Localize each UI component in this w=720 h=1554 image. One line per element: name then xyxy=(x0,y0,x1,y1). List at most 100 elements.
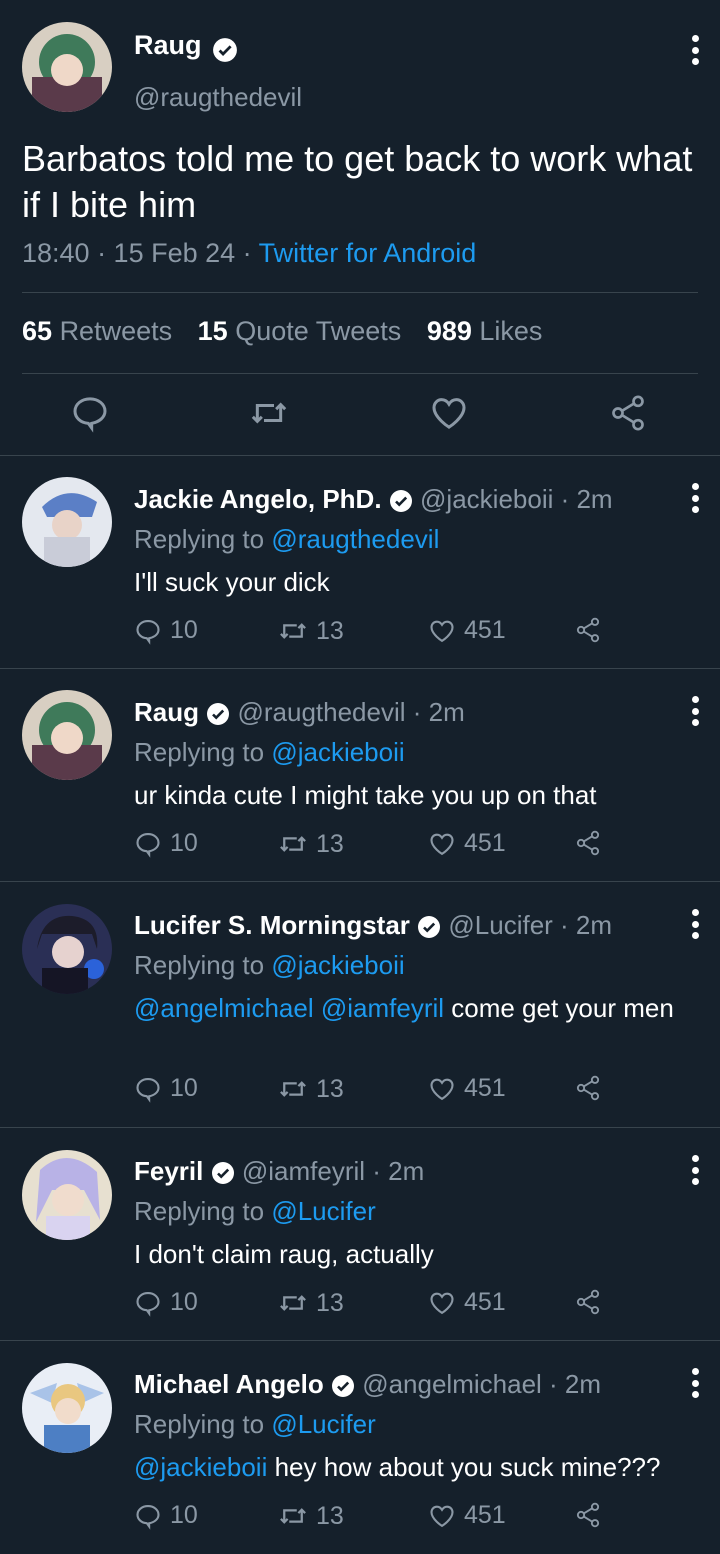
verified-badge-icon xyxy=(331,1375,354,1398)
author-handle[interactable]: @raugthedevil xyxy=(134,82,302,113)
more-options-icon[interactable] xyxy=(688,483,702,513)
more-options-icon[interactable] xyxy=(688,35,702,65)
mention-link[interactable]: @Lucifer xyxy=(271,1196,375,1226)
reply-icon xyxy=(136,1504,160,1530)
share-icon xyxy=(576,1289,600,1315)
mention-link[interactable]: @iamfeyril xyxy=(321,993,444,1023)
reply-header: Jackie Angelo, PhD. @jackieboii · 2m xyxy=(134,484,613,515)
like-icon xyxy=(430,1078,454,1100)
list-item[interactable]: Raug @raugthedevil · 2m Replying to @jac… xyxy=(0,697,720,867)
divider xyxy=(22,373,698,374)
reply-button[interactable]: 10 xyxy=(134,1074,198,1103)
list-item[interactable]: Lucifer S. Morningstar @Lucifer · 2m Rep… xyxy=(0,910,720,1110)
reply-button[interactable]: 10 xyxy=(134,1288,198,1317)
author-name[interactable]: Feyril xyxy=(134,1156,203,1186)
reply-icon xyxy=(136,619,160,645)
list-item[interactable]: Michael Angelo @angelmichael · 2m Replyi… xyxy=(0,1369,720,1539)
verified-badge-icon xyxy=(207,703,230,726)
reply-icon[interactable] xyxy=(70,393,110,433)
mention-link[interactable]: @angelmichael xyxy=(134,993,314,1023)
like-button[interactable]: 451 xyxy=(428,1074,506,1103)
divider xyxy=(0,455,720,456)
author-name[interactable]: Raug xyxy=(134,697,199,727)
share-button[interactable] xyxy=(574,1288,610,1316)
mention-link[interactable]: @Lucifer xyxy=(271,1409,375,1439)
author-name[interactable]: Jackie Angelo, PhD. xyxy=(134,484,382,514)
verified-badge-icon xyxy=(418,916,441,939)
share-button[interactable] xyxy=(574,1501,610,1529)
reply-header: Lucifer S. Morningstar @Lucifer · 2m xyxy=(134,910,612,941)
reply-button[interactable]: 10 xyxy=(134,616,198,645)
tweet-stats: 65 Retweets 15 Quote Tweets 989 Likes xyxy=(22,316,542,347)
avatar[interactable] xyxy=(22,22,112,112)
mention-link[interactable]: @raugthedevil xyxy=(271,524,439,554)
divider xyxy=(22,292,698,293)
divider xyxy=(0,1127,720,1128)
tweet-timestamp: 18:40 · 15 Feb 24 · xyxy=(22,238,259,268)
tweet-text: Barbatos told me to get back to work wha… xyxy=(22,138,693,225)
replying-to: Replying to @raugthedevil xyxy=(134,524,440,554)
like-icon xyxy=(430,620,454,642)
share-button[interactable] xyxy=(574,616,610,644)
list-item[interactable]: Jackie Angelo, PhD. @jackieboii · 2m Rep… xyxy=(0,484,720,654)
author-name[interactable]: Raug xyxy=(134,30,202,60)
more-options-icon[interactable] xyxy=(688,909,702,939)
divider xyxy=(0,1340,720,1341)
share-icon xyxy=(576,617,600,643)
reply-actions: 10 13 451 xyxy=(134,1501,614,1533)
handle-and-time: @raugthedevil · 2m xyxy=(237,697,465,727)
reply-actions: 10 13 451 xyxy=(134,616,614,648)
mention-link[interactable]: @jackieboii xyxy=(271,950,404,980)
share-button[interactable] xyxy=(574,829,610,857)
retweet-button[interactable]: 13 xyxy=(278,616,344,646)
like-button[interactable]: 451 xyxy=(428,1288,506,1317)
mention-link[interactable]: @jackieboii xyxy=(271,737,404,767)
replying-to: Replying to @Lucifer xyxy=(134,1409,376,1439)
like-icon[interactable] xyxy=(429,393,469,433)
author-header: Raug xyxy=(134,30,238,63)
retweet-button[interactable]: 13 xyxy=(278,829,344,859)
replying-to: Replying to @jackieboii xyxy=(134,737,405,767)
reply-text: I don't claim raug, actually xyxy=(134,1239,434,1269)
author-name[interactable]: Lucifer S. Morningstar xyxy=(134,910,410,940)
retweet-button[interactable]: 13 xyxy=(278,1074,344,1104)
like-button[interactable]: 451 xyxy=(428,1501,506,1530)
replying-to: Replying to @jackieboii xyxy=(134,950,405,980)
verified-badge-icon xyxy=(211,1162,234,1185)
mention-link[interactable]: @jackieboii xyxy=(134,1452,267,1482)
more-options-icon[interactable] xyxy=(688,1368,702,1398)
author-name[interactable]: Michael Angelo xyxy=(134,1369,324,1399)
retweet-icon xyxy=(280,1508,306,1524)
retweets-stat[interactable]: 65 Retweets xyxy=(22,316,172,346)
reply-text: I'll suck your dick xyxy=(134,567,330,597)
more-options-icon[interactable] xyxy=(688,1155,702,1185)
share-icon xyxy=(576,830,600,856)
reply-button[interactable]: 10 xyxy=(134,1501,198,1530)
like-button[interactable]: 451 xyxy=(428,616,506,645)
divider xyxy=(0,881,720,882)
retweet-icon xyxy=(280,836,306,852)
like-button[interactable]: 451 xyxy=(428,829,506,858)
reply-header: Feyril @iamfeyril · 2m xyxy=(134,1156,424,1187)
handle-and-time: @iamfeyril · 2m xyxy=(241,1156,425,1186)
reply-header: Raug @raugthedevil · 2m xyxy=(134,697,465,728)
verified-badge-icon xyxy=(389,490,412,513)
reply-text: @angelmichael @iamfeyril come get your m… xyxy=(134,993,674,1023)
reply-header: Michael Angelo @angelmichael · 2m xyxy=(134,1369,601,1400)
retweet-button[interactable]: 13 xyxy=(278,1288,344,1318)
retweet-button[interactable]: 13 xyxy=(278,1501,344,1531)
share-icon xyxy=(576,1075,600,1101)
reply-icon xyxy=(136,1291,160,1317)
list-item[interactable]: Feyril @iamfeyril · 2m Replying to @Luci… xyxy=(0,1156,720,1326)
tweet-source-link[interactable]: Twitter for Android xyxy=(259,238,477,268)
like-icon xyxy=(430,1505,454,1527)
quote-tweets-stat[interactable]: 15 Quote Tweets xyxy=(198,316,402,346)
reply-button[interactable]: 10 xyxy=(134,829,198,858)
more-options-icon[interactable] xyxy=(688,696,702,726)
retweet-icon[interactable] xyxy=(249,393,289,433)
share-icon[interactable] xyxy=(608,393,648,433)
share-button[interactable] xyxy=(574,1074,610,1102)
reply-actions: 10 13 451 xyxy=(134,1288,614,1320)
likes-stat[interactable]: 989 Likes xyxy=(427,316,543,346)
like-icon xyxy=(430,833,454,855)
